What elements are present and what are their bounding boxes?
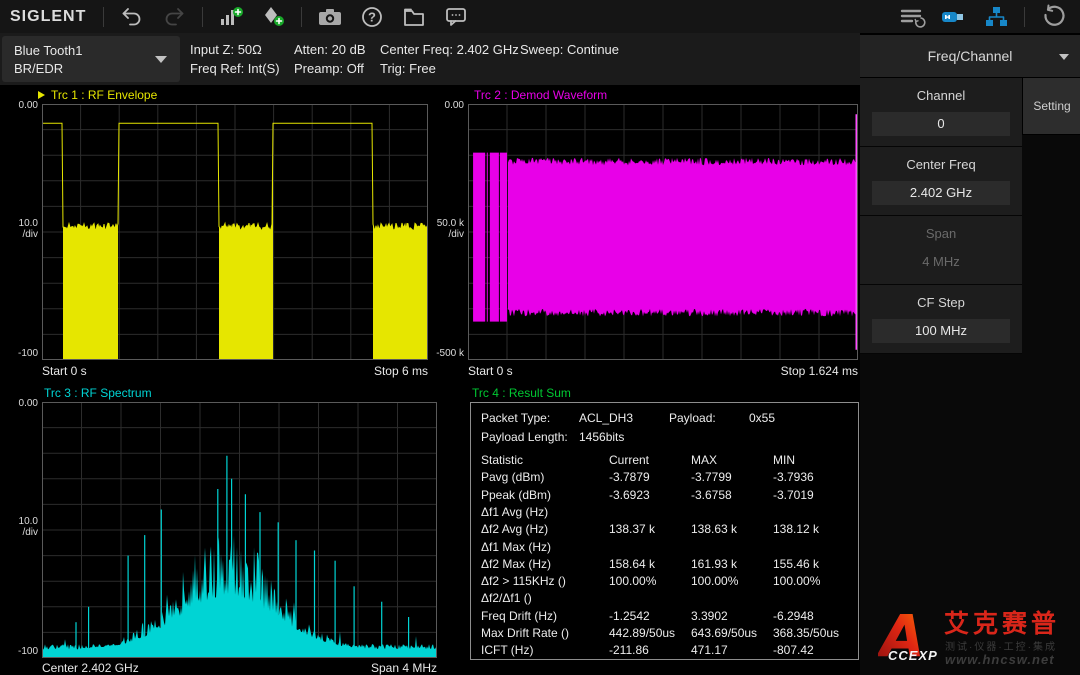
trc1-y-top: 0.00: [2, 100, 38, 111]
toolbar-right-group: [891, 4, 1080, 30]
camera-icon: [317, 6, 343, 28]
menu-item-cf-step[interactable]: CF Step 100 MHz: [860, 285, 1022, 354]
accexp-logo: A CCEXP 艾克赛普 测试·仪器·工控·集成 www.hncsw.net: [878, 596, 1078, 672]
mode-subtitle: BR/EDR: [14, 61, 63, 76]
trc3-y-top: 0.00: [2, 398, 38, 409]
divider: [301, 7, 302, 27]
trc2-y-bottom: -500 k: [428, 348, 464, 359]
panel-menu: Channel 0 Center Freq 2.402 GHz Span 4 M…: [860, 78, 1022, 354]
svg-text:?: ?: [368, 9, 376, 24]
menu-item-span: Span 4 MHz: [860, 216, 1022, 285]
trc3-y-bottom: -100: [2, 646, 38, 657]
trc3-header[interactable]: Trc 3 : RF Spectrum: [44, 386, 152, 400]
trc1-x-labels: Start 0 sStop 6 ms: [42, 364, 428, 378]
side-panel: Freq/Channel Channel 0 Center Freq 2.402…: [860, 35, 1080, 675]
brand-logo: SIGLENT: [10, 8, 86, 26]
measurement-mode-dropdown[interactable]: Blue Tooth1 BR/EDR: [2, 36, 180, 82]
active-trace-arrow-icon: [38, 91, 45, 99]
status-field-input: Input Z: 50ΩFreq Ref: Int(S): [190, 40, 294, 78]
trc2-y-div: 50.0 k/div: [428, 218, 464, 240]
message-button[interactable]: [442, 4, 470, 30]
add-marker-icon: [260, 5, 286, 29]
undo-icon: [120, 6, 144, 28]
result-sum-table: Packet Type: ACL_DH3 Payload: 0x55 Paylo…: [470, 402, 859, 660]
trc3-y-div: 10.0/div: [2, 516, 38, 538]
menu-item-channel[interactable]: Channel 0: [860, 78, 1022, 147]
divider: [1024, 7, 1025, 27]
divider: [202, 7, 203, 27]
channel-value[interactable]: 0: [872, 112, 1010, 136]
status-fields: Input Z: 50ΩFreq Ref: Int(S) Atten: 20 d…: [190, 40, 619, 78]
accexp-website: www.hncsw.net: [945, 652, 1055, 667]
panel-title-dropdown[interactable]: Freq/Channel: [860, 35, 1080, 78]
packet-info-row: Packet Type: ACL_DH3 Payload: 0x55: [471, 411, 858, 428]
system-menu-button[interactable]: [898, 4, 926, 30]
cf-step-value[interactable]: 100 MHz: [872, 319, 1010, 343]
help-button[interactable]: ?: [358, 4, 386, 30]
center-freq-value[interactable]: 2.402 GHz: [872, 181, 1010, 205]
span-value: 4 MHz: [872, 250, 1010, 274]
chat-icon: [444, 6, 468, 28]
trc3-plot[interactable]: [42, 402, 437, 658]
trc4-header[interactable]: Trc 4 : Result Sum: [472, 386, 571, 400]
trc2-x-labels: Start 0 sStop 1.624 ms: [468, 364, 858, 378]
accexp-tagline: 测试·仪器·工控·集成: [945, 638, 1057, 653]
payload-length-row: Payload Length: 1456bits: [471, 430, 858, 447]
mode-title: Blue Tooth1: [14, 43, 82, 58]
toolbar: SIGLENT: [0, 0, 1080, 33]
system-menu-icon: [898, 5, 926, 29]
tab-setting[interactable]: Setting: [1022, 78, 1080, 135]
undo-button[interactable]: [118, 4, 146, 30]
trc1-y-bottom: -100: [2, 348, 38, 359]
trc1-y-div: 10.0/div: [2, 218, 38, 240]
add-trace-button[interactable]: [217, 4, 245, 30]
trc2-plot[interactable]: [468, 104, 858, 360]
chevron-down-icon: [1059, 54, 1069, 60]
status-field-sweep: Sweep: Continue: [520, 40, 619, 78]
folder-icon: [402, 6, 426, 28]
accexp-chinese: 艾克赛普: [944, 604, 1060, 640]
add-trace-icon: [218, 5, 244, 29]
screenshot-button[interactable]: [316, 4, 344, 30]
add-marker-button[interactable]: [259, 4, 287, 30]
trc1-header[interactable]: Trc 1 : RF Envelope: [38, 88, 157, 102]
file-button[interactable]: [400, 4, 428, 30]
status-field-atten: Atten: 20 dBPreamp: Off: [294, 40, 380, 78]
panel-title-label: Freq/Channel: [928, 48, 1013, 64]
history-icon: [1040, 4, 1066, 30]
usb-status-button[interactable]: [940, 4, 968, 30]
accexp-text: CCEXP: [888, 648, 938, 663]
status-field-freq: Center Freq: 2.402 GHzTrig: Free: [380, 40, 520, 78]
trc2-y-top: 0.00: [428, 100, 464, 111]
status-bar: Blue Tooth1 BR/EDR Input Z: 50ΩFreq Ref:…: [0, 33, 860, 85]
lan-status-button[interactable]: [982, 4, 1010, 30]
trc2-header[interactable]: Trc 2 : Demod Waveform: [474, 88, 607, 102]
redo-button[interactable]: [160, 4, 188, 30]
lan-network-icon: [983, 5, 1009, 29]
divider: [103, 7, 104, 27]
trc3-x-labels: Center 2.402 GHzSpan 4 MHz: [42, 661, 437, 675]
help-icon: ?: [360, 5, 384, 29]
menu-item-center-freq[interactable]: Center Freq 2.402 GHz: [860, 147, 1022, 216]
trc1-plot[interactable]: [42, 104, 428, 360]
redo-icon: [162, 6, 186, 28]
history-button[interactable]: [1039, 4, 1067, 30]
usb-device-icon: [940, 7, 968, 27]
chevron-down-icon: [155, 56, 167, 63]
